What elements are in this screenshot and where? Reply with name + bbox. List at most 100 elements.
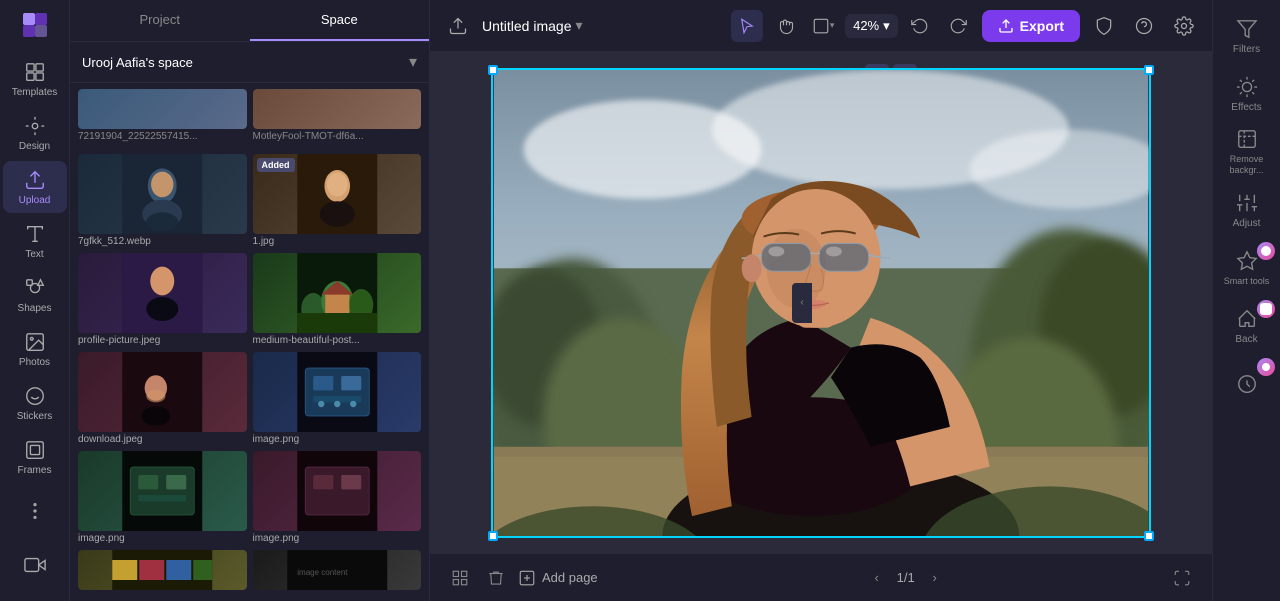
tab-project[interactable]: Project <box>70 0 250 41</box>
sidebar-item-stickers-label: Stickers <box>17 411 53 422</box>
canvas-image <box>493 70 1149 536</box>
sidebar-item-design[interactable]: Design <box>3 107 67 159</box>
settings-icon-btn[interactable] <box>1168 10 1200 42</box>
right-tool-adjust-label: Adjust <box>1233 218 1261 229</box>
right-tool-adjust[interactable]: Adjust <box>1217 182 1277 238</box>
redo-btn[interactable] <box>942 10 974 42</box>
right-tool-filters[interactable]: Filters <box>1217 8 1277 64</box>
added-badge: Added <box>257 158 295 172</box>
toolbar-left: Untitled image ▾ <box>442 10 723 42</box>
right-tool-back[interactable]: Back <box>1217 298 1277 354</box>
handle-bottom-left[interactable] <box>488 531 498 541</box>
sidebar-item-video[interactable] <box>3 539 67 591</box>
delete-btn[interactable] <box>482 564 510 592</box>
sidebar-item-shapes-label: Shapes <box>18 303 52 314</box>
image-filename-10: image.png <box>253 531 422 546</box>
sidebar-item-text[interactable]: Text <box>3 215 67 267</box>
back-badge <box>1257 300 1275 318</box>
image-item-6[interactable]: medium-beautiful-post... <box>253 253 422 348</box>
zoom-chevron-icon: ▾ <box>883 18 890 34</box>
image-filename-7: download.jpeg <box>78 432 247 447</box>
image-item-5[interactable]: profile-picture.jpeg <box>78 253 247 348</box>
panel-collapse-btn[interactable]: ‹ <box>792 283 812 323</box>
export-button[interactable]: Export <box>982 10 1080 42</box>
app-logo[interactable] <box>17 8 53 41</box>
space-chevron-icon[interactable]: ▾ <box>409 52 417 72</box>
expand-btn[interactable] <box>1168 564 1196 592</box>
canvas-container[interactable]: Page 1 – ✕ ✓ <box>430 52 1212 553</box>
top-tabs: Project Space <box>70 0 429 42</box>
image-filename-4: 1.jpg <box>253 234 422 249</box>
image-item-11[interactable] <box>78 550 247 590</box>
select-tool-btn[interactable] <box>731 10 763 42</box>
sidebar-item-templates[interactable]: Templates <box>3 53 67 105</box>
image-row-4: image.png image.png <box>78 451 421 546</box>
undo-btn[interactable] <box>904 10 936 42</box>
sidebar-item-shapes[interactable]: Shapes <box>3 269 67 321</box>
grid-view-btn[interactable] <box>446 564 474 592</box>
zoom-level: 42% <box>853 18 879 33</box>
space-header: Urooj Aafia's space ▾ <box>70 42 429 83</box>
canvas-image-wrapper[interactable] <box>491 68 1151 538</box>
handle-bottom-right[interactable] <box>1144 531 1154 541</box>
sidebar-item-stickers[interactable]: Stickers <box>3 377 67 429</box>
file-save-btn[interactable] <box>442 10 474 42</box>
image-filename-9: image.png <box>78 531 247 546</box>
image-item-4[interactable]: Added 1.jpg <box>253 154 422 249</box>
doc-title[interactable]: Untitled image ▾ <box>482 17 583 34</box>
right-tool-back-label: Back <box>1235 334 1257 345</box>
strip-label-2: MotleyFool-TMOT-df6a... <box>253 131 422 142</box>
help-icon-btn[interactable] <box>1128 10 1160 42</box>
sidebar-item-photos[interactable]: Photos <box>3 323 67 375</box>
zoom-control[interactable]: 42% ▾ <box>845 14 898 38</box>
image-item-8[interactable]: image.png <box>253 352 422 447</box>
doc-title-text: Untitled image <box>482 18 572 34</box>
image-item-7[interactable]: download.jpeg <box>78 352 247 447</box>
handle-top-left[interactable] <box>488 65 498 75</box>
doc-title-chevron-icon: ▾ <box>576 17 583 34</box>
add-page-btn[interactable]: Add page <box>518 569 598 587</box>
toolbar-right: Export <box>982 10 1200 42</box>
right-tool-effects[interactable]: Effects <box>1217 66 1277 122</box>
sidebar-item-frames-label: Frames <box>18 465 52 476</box>
shield-icon-btn[interactable] <box>1088 10 1120 42</box>
hand-tool-btn[interactable] <box>769 10 801 42</box>
sidebar-item-upload[interactable]: Upload <box>3 161 67 213</box>
middle-panel: Project Space Urooj Aafia's space ▾ 7219… <box>70 0 430 601</box>
handle-top-right[interactable] <box>1144 65 1154 75</box>
left-sidebar: Templates Design Upload Text Shapes <box>0 0 70 601</box>
right-tool-filters-label: Filters <box>1233 44 1260 55</box>
strip-item-2[interactable] <box>253 89 422 129</box>
sidebar-item-more[interactable] <box>3 485 67 537</box>
image-item-10[interactable]: image.png <box>253 451 422 546</box>
sidebar-item-photos-label: Photos <box>19 357 50 368</box>
top-strip <box>70 83 429 131</box>
right-tool-extra[interactable] <box>1217 356 1277 412</box>
image-grid: 7gfkk_512.webp Added 1.jpg <box>70 146 429 601</box>
image-filename-8: image.png <box>253 432 422 447</box>
right-tool-remove-bg[interactable]: Remove backgr... <box>1217 124 1277 180</box>
prev-page-btn[interactable]: ‹ <box>865 566 889 590</box>
right-sidebar: Filters Effects Remove backgr... Adjust <box>1212 0 1280 601</box>
sidebar-item-templates-label: Templates <box>12 87 58 98</box>
image-item-3[interactable]: 7gfkk_512.webp <box>78 154 247 249</box>
tab-space[interactable]: Space <box>250 0 430 41</box>
right-tool-remove-bg-label: Remove backgr... <box>1217 154 1277 176</box>
sidebar-item-frames[interactable]: Frames <box>3 431 67 483</box>
right-tool-smart-label: Smart tools <box>1224 276 1270 287</box>
right-tool-smart[interactable]: Smart tools <box>1217 240 1277 296</box>
sidebar-item-design-label: Design <box>19 141 50 152</box>
image-item-9[interactable]: image.png <box>78 451 247 546</box>
svg-text:image content: image content <box>297 568 348 577</box>
frame-tool-btn[interactable]: ▾ <box>807 10 839 42</box>
strip-label-1: 72191904_22522557415... <box>78 131 247 142</box>
next-page-btn[interactable]: › <box>923 566 947 590</box>
smart-badge <box>1257 242 1275 260</box>
bottom-left: Add page <box>446 564 643 592</box>
add-page-label: Add page <box>542 570 598 585</box>
image-row-3: download.jpeg image.p <box>78 352 421 447</box>
image-row-2: profile-picture.jpeg medium-beauti <box>78 253 421 348</box>
toolbar-center: ▾ 42% ▾ <box>731 10 974 42</box>
image-item-12[interactable]: image content <box>253 550 422 590</box>
strip-item-1[interactable] <box>78 89 247 129</box>
